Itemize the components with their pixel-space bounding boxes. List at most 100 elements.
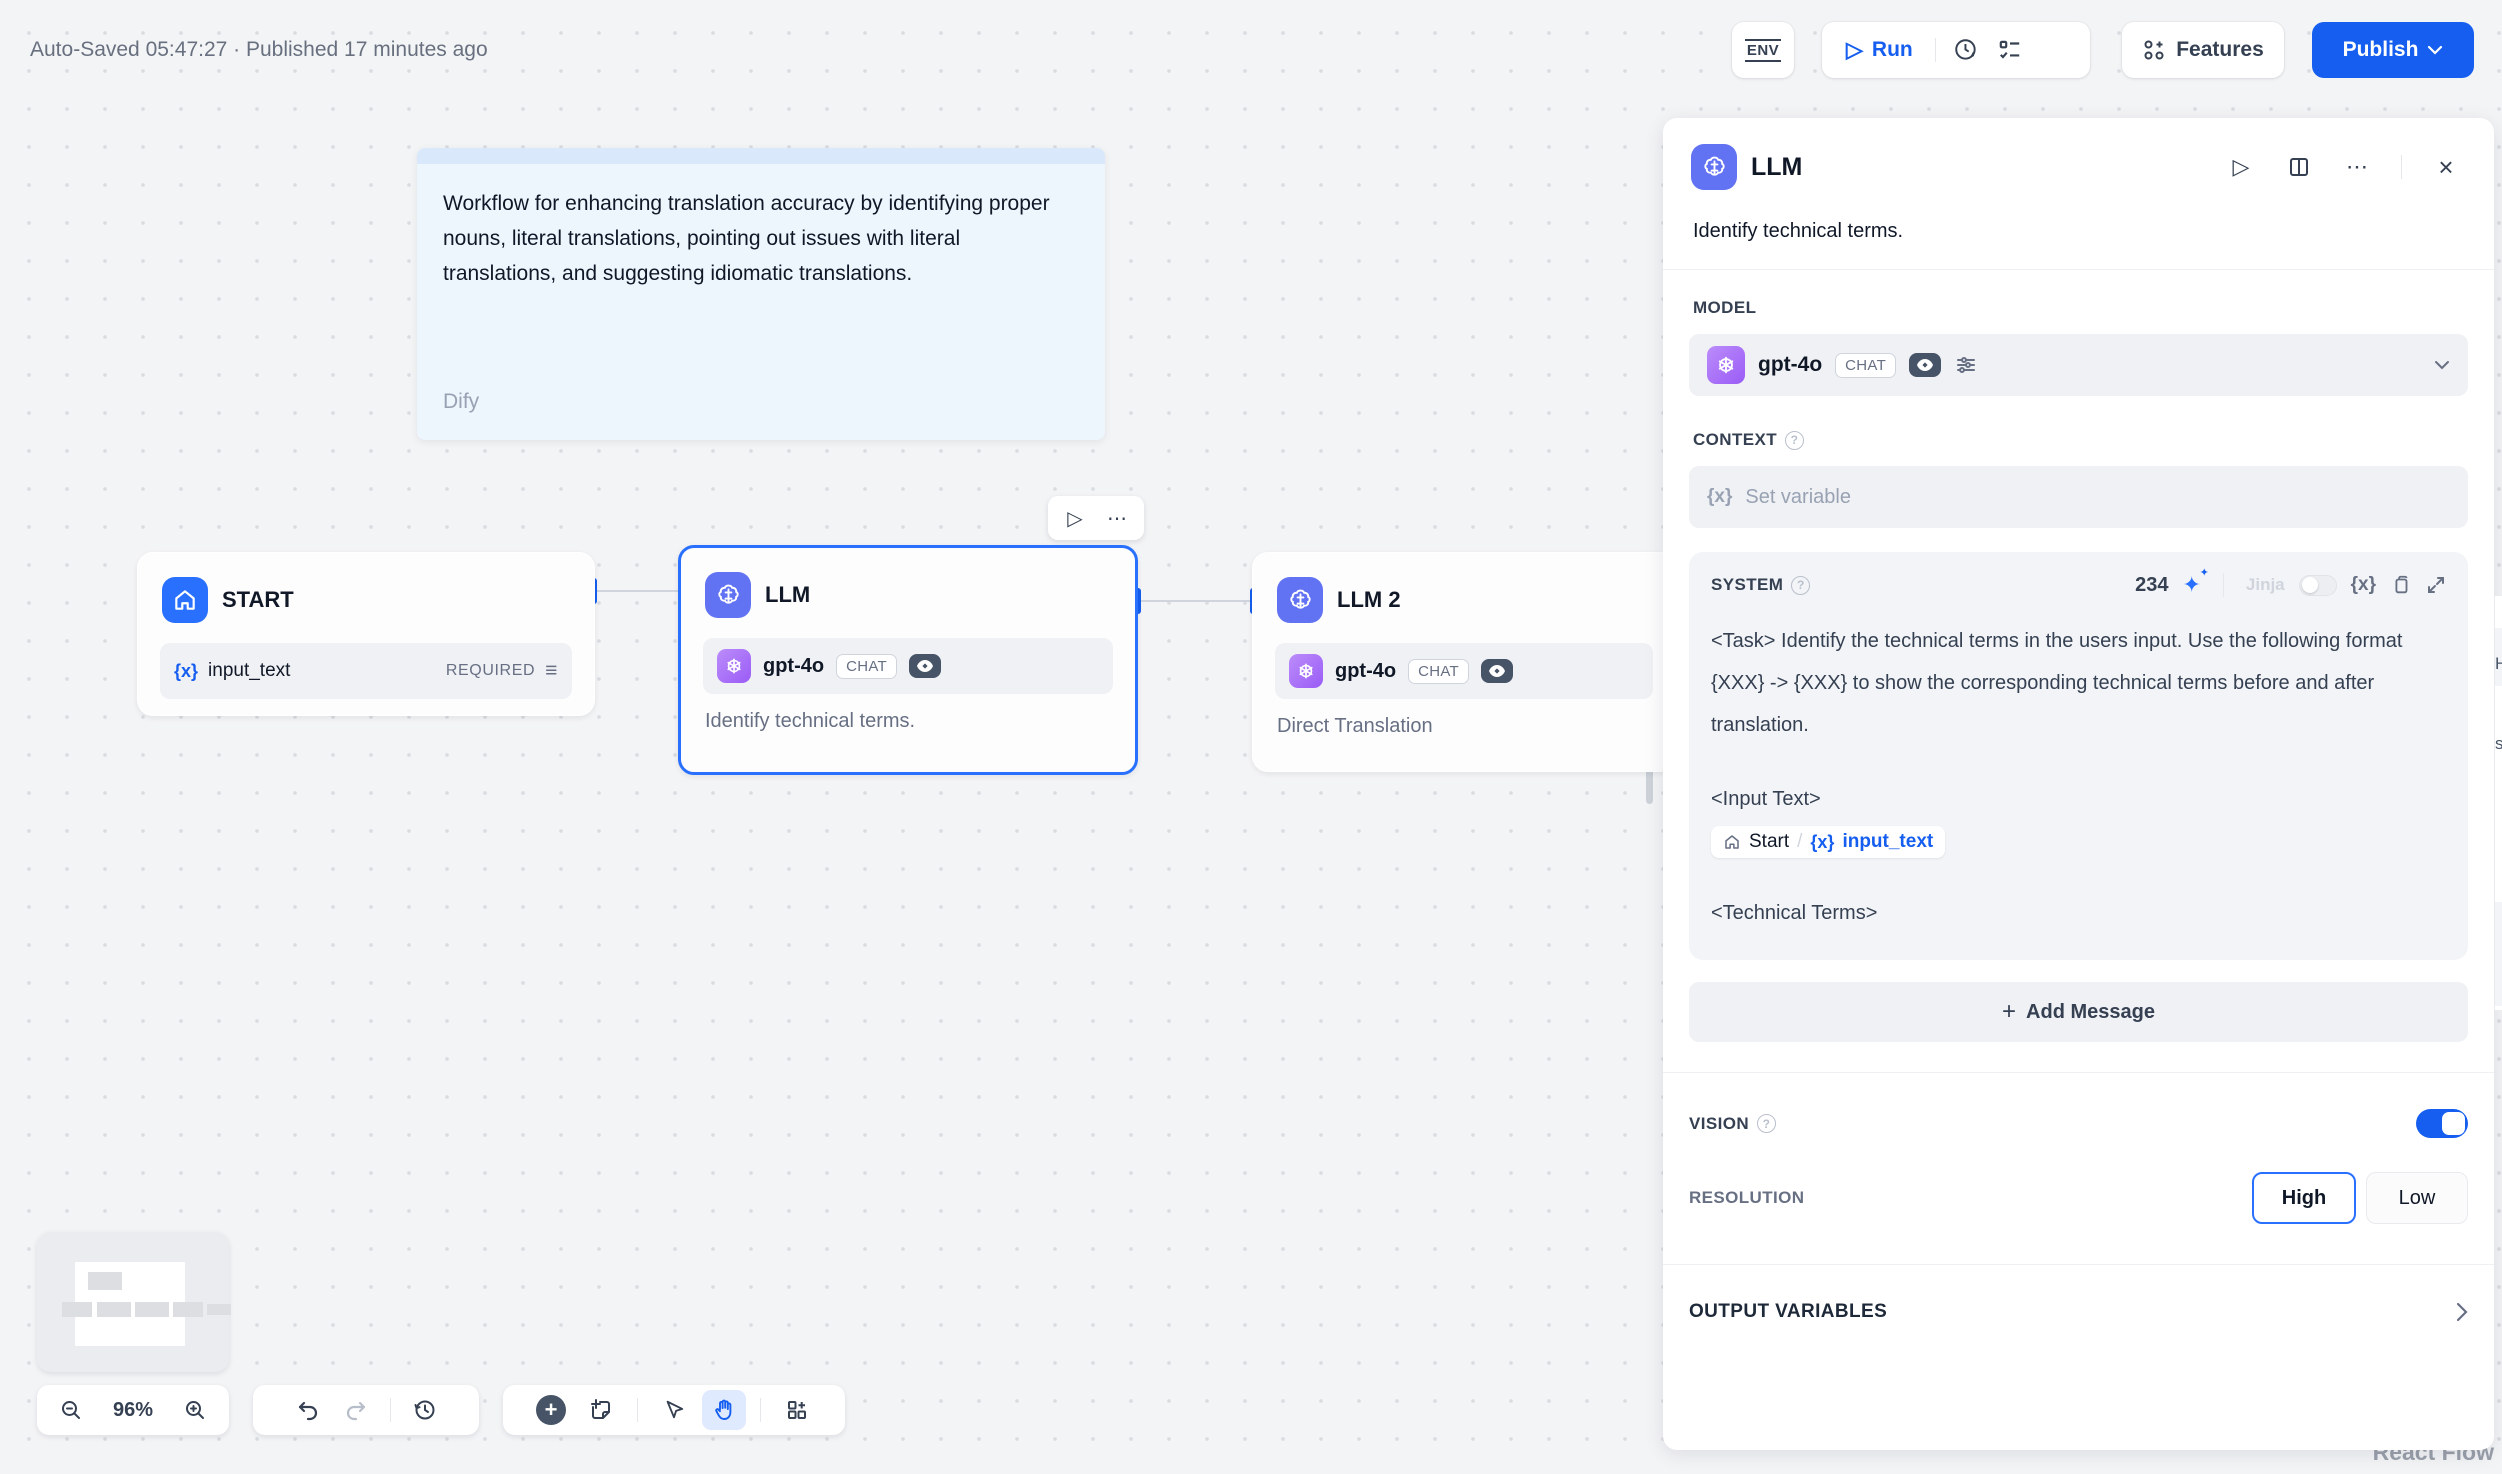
jinja-toggle[interactable] (2298, 574, 2337, 596)
hand-mode-button[interactable] (702, 1390, 746, 1430)
expand-icon[interactable] (2426, 575, 2446, 595)
system-prompt-paragraph[interactable]: <Technical Terms> (1711, 892, 2446, 934)
organize-nodes-button[interactable] (775, 1390, 819, 1430)
redo-icon (346, 1401, 365, 1421)
context-set-variable[interactable]: {x} Set variable (1689, 466, 2468, 528)
insert-variable-icon[interactable]: {x} (2351, 574, 2376, 596)
divider (1934, 38, 1936, 62)
panel-title[interactable]: LLM (1751, 153, 2205, 182)
chat-mode-badge: CHAT (1835, 352, 1897, 378)
paragraph-icon: ≡ (545, 659, 558, 682)
system-prompt-paragraph[interactable]: <Task> Identify the technical terms in t… (1711, 620, 2446, 746)
prompt-variable-chip[interactable]: Start / {x} input_text (1711, 826, 1946, 858)
add-message-button[interactable]: + Add Message (1689, 982, 2468, 1042)
model-section-label: MODEL (1693, 298, 1757, 317)
add-message-label: Add Message (2026, 1000, 2155, 1023)
publish-button[interactable]: Publish (2312, 22, 2474, 78)
node-llm2[interactable]: LLM 2 gpt-4o CHAT Direct Translation (1252, 552, 1676, 772)
add-node-button[interactable]: + (529, 1390, 573, 1430)
variable-node-name: Start (1749, 831, 1790, 852)
copy-icon[interactable] (2390, 574, 2412, 596)
panel-node-description[interactable]: Identify technical terms. (1663, 190, 2494, 243)
start-variable-row[interactable]: {x} input_text REQUIRED ≡ (160, 643, 572, 699)
jinja-label: Jinja (2245, 575, 2285, 594)
edge-start-to-llm (597, 590, 678, 592)
node-description: Direct Translation (1277, 715, 1433, 737)
vision-support-icon (1481, 659, 1514, 683)
run-history-button[interactable] (1944, 28, 1988, 72)
vision-support-icon (1909, 353, 1942, 377)
env-icon: ENV (1744, 38, 1782, 62)
resolution-low-button[interactable]: Low (2366, 1172, 2468, 1224)
undo-button[interactable] (286, 1390, 330, 1430)
model-name: gpt-4o (763, 654, 825, 677)
note-plus-icon (591, 1399, 610, 1419)
redo-button[interactable] (334, 1390, 378, 1430)
zoom-level[interactable]: 96% (113, 1399, 153, 1422)
node-play-button[interactable]: ▷ (1056, 501, 1094, 535)
env-button[interactable]: ENV (1732, 22, 1794, 78)
features-label: Features (2176, 38, 2264, 61)
slash-separator: / (1797, 831, 1803, 852)
resolution-high-button[interactable]: High (2252, 1172, 2356, 1224)
panel-docs-button[interactable] (2277, 145, 2321, 189)
divider (637, 1398, 638, 1422)
openai-icon (1707, 346, 1745, 384)
variable-icon: {x} (174, 660, 199, 681)
edge-llm-to-llm2 (1141, 600, 1253, 602)
divider (2222, 573, 2224, 597)
minimap[interactable] (37, 1232, 231, 1372)
history-icon (414, 1400, 434, 1420)
token-count: 234 (2135, 573, 2169, 596)
system-prompt-box[interactable]: SYSTEM ? 234 ✦ ✦ Jinja {x} <Task> Identif… (1689, 552, 2468, 960)
minimap-node (62, 1302, 92, 1317)
zoom-in-button[interactable] (173, 1390, 217, 1430)
home-icon (162, 577, 208, 623)
vision-toggle[interactable] (2416, 1109, 2468, 1138)
features-button[interactable]: Features (2122, 22, 2284, 78)
node-title: LLM (765, 582, 811, 607)
undo-icon (298, 1401, 317, 1421)
run-button[interactable]: ▷ Run (1832, 38, 1927, 62)
system-section-label: SYSTEM ? (1711, 575, 1811, 595)
vision-section-label: VISION ? (1689, 1114, 1777, 1134)
generate-sparkle-icon[interactable]: ✦ ✦ (2182, 567, 2208, 598)
node-llm[interactable]: LLM gpt-4o CHAT Identify technical terms… (678, 545, 1138, 775)
workflow-note[interactable]: Workflow for enhancing translation accur… (417, 148, 1105, 440)
node-start[interactable]: START {x} input_text REQUIRED ≡ (137, 552, 595, 716)
run-label: Run (1871, 38, 1913, 61)
help-icon[interactable]: ? (1791, 575, 1811, 595)
chevron-right-icon[interactable] (2456, 1302, 2468, 1322)
panel-close-button[interactable]: × (2424, 145, 2468, 189)
checklist-button[interactable] (1988, 28, 2032, 72)
zoom-in-icon (186, 1401, 204, 1419)
zoom-out-button[interactable] (49, 1390, 93, 1430)
node-more-button[interactable]: ⋯ (1098, 501, 1136, 535)
llm-model-row[interactable]: gpt-4o CHAT (703, 638, 1113, 694)
help-icon[interactable]: ? (1757, 1114, 1777, 1133)
minimap-node (173, 1302, 203, 1317)
help-icon[interactable]: ? (1785, 430, 1805, 450)
panel-more-button[interactable]: ⋯ (2335, 145, 2379, 189)
features-icon (2144, 40, 2164, 60)
view-history-button[interactable] (403, 1390, 447, 1430)
model-selector[interactable]: gpt-4o CHAT (1689, 334, 2468, 396)
book-icon (2290, 158, 2308, 176)
divider (2401, 155, 2402, 179)
variable-icon: {x} (1707, 486, 1733, 507)
note-text: Workflow for enhancing translation accur… (443, 192, 1050, 285)
add-note-button[interactable] (579, 1390, 623, 1430)
minimap-node (207, 1304, 231, 1315)
publish-label: Publish (2342, 38, 2419, 61)
llm-brain-icon (1691, 144, 1737, 190)
clipped-text: H (2495, 654, 2502, 673)
llm2-model-row[interactable]: gpt-4o CHAT (1275, 643, 1653, 699)
panel-run-button[interactable]: ▷ (2219, 145, 2263, 189)
model-name: gpt-4o (1758, 353, 1823, 376)
system-prompt-paragraph[interactable]: <Input Text> (1711, 778, 2446, 820)
run-toolbar: ▷ Run (1822, 22, 2090, 78)
context-section-label: CONTEXT ? (1693, 430, 2468, 450)
chat-mode-badge: CHAT (836, 653, 898, 679)
divider (1663, 1264, 2494, 1265)
pointer-mode-button[interactable] (652, 1390, 696, 1430)
